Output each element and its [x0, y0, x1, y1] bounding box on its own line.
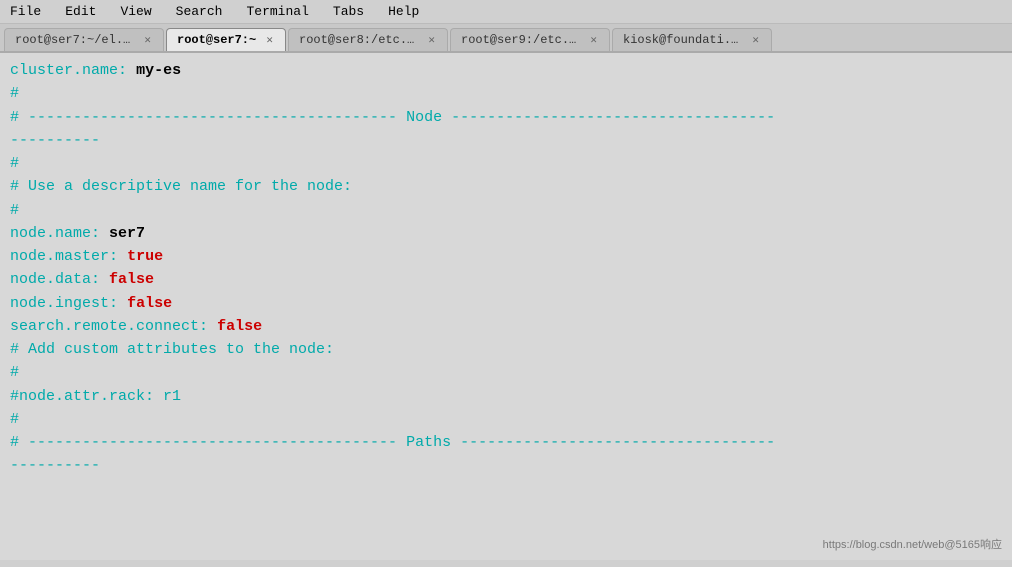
line-9: node.master: true — [10, 245, 1002, 268]
line-15: #node.attr.rack: r1 — [10, 385, 1002, 408]
tab-5-close[interactable]: ✕ — [750, 33, 761, 47]
tab-1[interactable]: root@ser7:~/el... ✕ — [4, 28, 164, 51]
tab-1-label: root@ser7:~/el... — [15, 33, 136, 47]
menu-terminal[interactable]: Terminal — [242, 2, 312, 21]
watermark: https://blog.csdn.net/web@5165响应 — [823, 537, 1002, 554]
menu-file[interactable]: File — [6, 2, 45, 21]
terminal-content[interactable]: cluster.name: my-es # # ----------------… — [0, 53, 1012, 560]
tab-3[interactable]: root@ser8:/etc... ✕ — [288, 28, 448, 51]
line-16: # — [10, 408, 1002, 431]
tab-4-close[interactable]: ✕ — [588, 33, 599, 47]
line-3: # --------------------------------------… — [10, 106, 1002, 129]
tab-1-close[interactable]: ✕ — [142, 33, 153, 47]
line-7: # — [10, 199, 1002, 222]
tab-3-close[interactable]: ✕ — [426, 33, 437, 47]
line-17: # --------------------------------------… — [10, 431, 1002, 454]
line-1: cluster.name: my-es — [10, 59, 1002, 82]
menu-edit[interactable]: Edit — [61, 2, 100, 21]
line-4: ---------- — [10, 129, 1002, 152]
tab-2-close[interactable]: ✕ — [264, 33, 275, 47]
line-6: # Use a descriptive name for the node: — [10, 175, 1002, 198]
line-10: node.data: false — [10, 268, 1002, 291]
tab-2[interactable]: root@ser7:~ ✕ — [166, 28, 286, 51]
tab-3-label: root@ser8:/etc... — [299, 33, 420, 47]
line-18: ---------- — [10, 454, 1002, 477]
line-5: # — [10, 152, 1002, 175]
menu-search[interactable]: Search — [172, 2, 227, 21]
menu-tabs[interactable]: Tabs — [329, 2, 368, 21]
menu-help[interactable]: Help — [384, 2, 423, 21]
tab-2-label: root@ser7:~ — [177, 33, 258, 47]
menu-view[interactable]: View — [116, 2, 155, 21]
tab-5-label: kiosk@foundati... — [623, 33, 744, 47]
line-14: # — [10, 361, 1002, 384]
tab-4-label: root@ser9:/etc... — [461, 33, 582, 47]
line-13: # Add custom attributes to the node: — [10, 338, 1002, 361]
tab-5[interactable]: kiosk@foundati... ✕ — [612, 28, 772, 51]
line-12: search.remote.connect: false — [10, 315, 1002, 338]
tab-4[interactable]: root@ser9:/etc... ✕ — [450, 28, 610, 51]
line-11: node.ingest: false — [10, 292, 1002, 315]
line-2: # — [10, 82, 1002, 105]
tabs-bar: root@ser7:~/el... ✕ root@ser7:~ ✕ root@s… — [0, 24, 1012, 53]
line-8: node.name: ser7 — [10, 222, 1002, 245]
menu-bar: File Edit View Search Terminal Tabs Help — [0, 0, 1012, 24]
